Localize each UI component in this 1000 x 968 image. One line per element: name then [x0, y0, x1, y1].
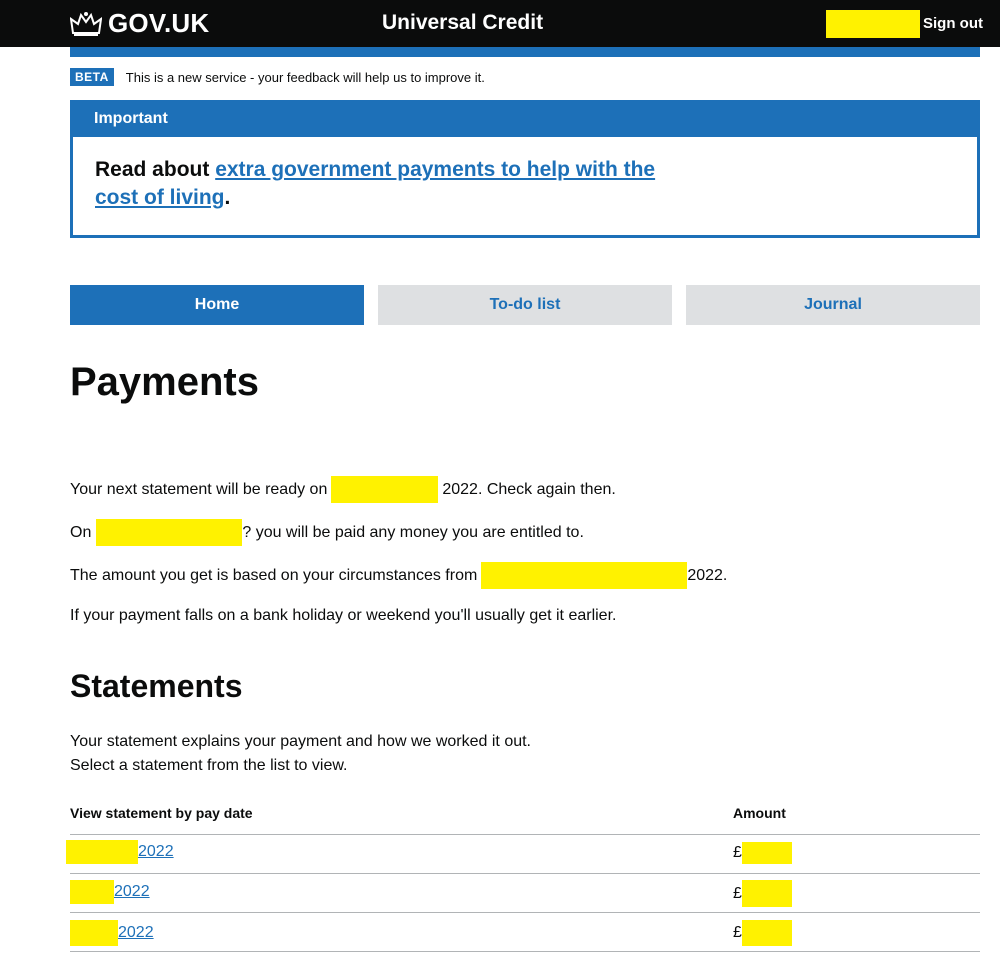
- column-header-amount: Amount: [733, 805, 786, 821]
- statements-heading: Statements: [70, 668, 243, 704]
- service-name[interactable]: Universal Credit: [382, 11, 543, 35]
- table-divider: [70, 912, 980, 913]
- govuk-header: GOV.UK Universal Credit Sign out: [0, 0, 1000, 47]
- redacted-date: [331, 476, 439, 503]
- statement-date-year: 2022: [118, 924, 154, 941]
- notification-title: Important: [73, 103, 977, 137]
- notification-body: Read about extra government payments to …: [73, 137, 693, 212]
- statement-date-year: 2022: [114, 883, 150, 900]
- tab-journal[interactable]: Journal: [686, 285, 980, 325]
- payment-date-line: On ? you will be paid any money you are …: [70, 519, 584, 546]
- govuk-logo-text: GOV.UK: [108, 8, 210, 38]
- crown-icon: [70, 11, 102, 36]
- next-statement-text: Your next statement will be ready on: [70, 480, 328, 498]
- redacted-amount: [741, 842, 792, 864]
- table-row-amount: £: [733, 880, 792, 907]
- payment-date-after-text: ? you will be paid any money you are ent…: [242, 523, 584, 541]
- circumstances-year-text: 2022.: [687, 566, 728, 584]
- govuk-logo[interactable]: GOV.UK: [70, 8, 209, 39]
- table-row-amount: £: [733, 842, 792, 864]
- column-header-pay-date: View statement by pay date: [70, 805, 253, 821]
- notification-period: .: [224, 186, 231, 209]
- redacted-date: [66, 840, 138, 864]
- statements-intro-line-2: Select a statement from the list to view…: [70, 757, 348, 774]
- redacted-amount: [741, 920, 792, 946]
- header-blue-rule: [70, 47, 980, 57]
- redacted-user-name: [826, 10, 920, 38]
- important-notification-banner: Important Read about extra government pa…: [70, 100, 980, 238]
- circumstances-text: The amount you get is based on your circ…: [70, 566, 478, 584]
- redacted-date: [70, 920, 118, 946]
- table-row-statement-link[interactable]: 2022: [66, 840, 174, 864]
- phase-banner: BETA This is a new service - your feedba…: [70, 68, 485, 86]
- tab-to-do-list[interactable]: To-do list: [378, 285, 672, 325]
- table-divider: [70, 873, 980, 874]
- redacted-date: [70, 880, 114, 904]
- table-row-amount: £: [733, 920, 792, 946]
- page-title: Payments: [70, 360, 259, 404]
- currency-symbol: £: [733, 924, 742, 941]
- currency-symbol: £: [733, 884, 742, 902]
- statements-intro-line-1: Your statement explains your payment and…: [70, 733, 531, 750]
- notification-text: Read about: [95, 158, 216, 181]
- beta-tag: BETA: [70, 68, 114, 86]
- currency-symbol: £: [733, 844, 742, 861]
- table-divider: [70, 951, 980, 952]
- table-divider: [70, 834, 980, 835]
- phase-banner-text: This is a new service - your feedback wi…: [125, 69, 485, 85]
- statement-date-year: 2022: [138, 843, 174, 860]
- redacted-date: [96, 519, 243, 546]
- next-statement-line: Your next statement will be ready on 202…: [70, 476, 616, 503]
- circumstances-line: The amount you get is based on your circ…: [70, 562, 727, 589]
- statements-intro: Your statement explains your payment and…: [70, 730, 531, 778]
- table-row-statement-link[interactable]: 2022: [70, 920, 154, 946]
- sign-out-link[interactable]: Sign out: [923, 15, 983, 32]
- tab-home[interactable]: Home: [70, 285, 364, 325]
- bank-holiday-line: If your payment falls on a bank holiday …: [70, 607, 617, 624]
- next-statement-year-text: 2022. Check again then.: [442, 480, 616, 498]
- table-row-statement-link[interactable]: 2022: [70, 880, 150, 904]
- redacted-amount: [741, 880, 792, 907]
- redacted-date: [481, 562, 688, 589]
- payment-date-text: On: [70, 523, 92, 541]
